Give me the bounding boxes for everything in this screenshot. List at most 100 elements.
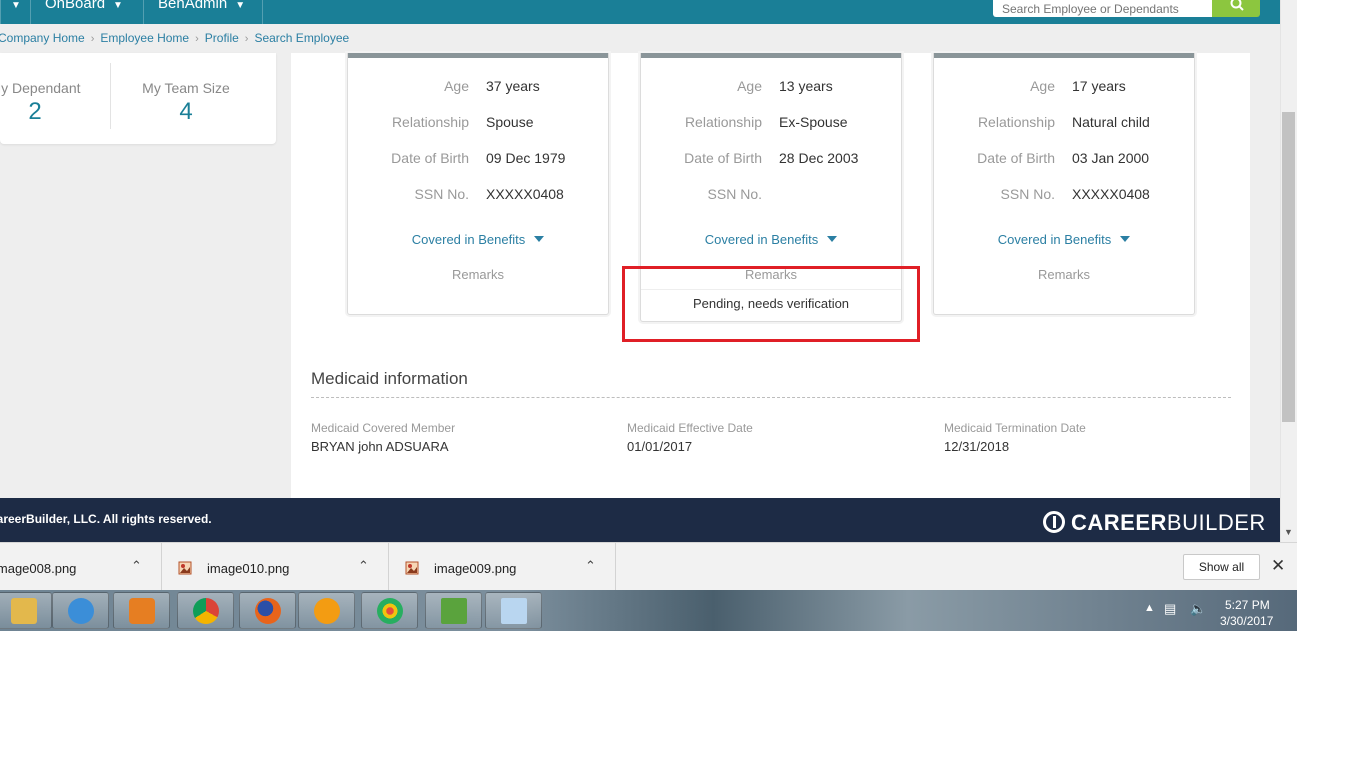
chevron-up-icon[interactable]: ⌃ (131, 558, 142, 574)
chevron-up-icon[interactable]: ⌃ (585, 558, 596, 574)
card-top-bar (934, 53, 1194, 58)
stat-value: 4 (179, 98, 193, 125)
dob-value: 03 Jan 2000 (1072, 150, 1150, 166)
card-top-bar (348, 53, 608, 58)
dashed-divider (311, 397, 1231, 398)
page-footer: CareerBuilder, LLC. All rights reserved.… (0, 498, 1280, 542)
taskbar-internet-explorer[interactable] (52, 592, 109, 629)
folder-icon (11, 598, 37, 624)
ssn-row: SSN No. XXXXX0408 (348, 186, 608, 206)
age-row: Age 13 years (641, 78, 901, 98)
right-gutter (1250, 53, 1280, 498)
relationship-label: Relationship (391, 114, 469, 130)
remarks-label: Remarks (451, 267, 504, 282)
taskbar-flame-app[interactable] (298, 592, 355, 629)
taskbar-spreadsheet[interactable] (425, 592, 482, 629)
ssn-value: XXXXX0408 (486, 186, 564, 202)
age-label: Age (737, 78, 762, 94)
careerbuilder-logo: CAREERBUILDER (1043, 510, 1266, 536)
download-file-name: image010.png (207, 561, 290, 576)
firefox-icon (255, 598, 281, 624)
dob-row: Date of Birth 03 Jan 2000 (934, 150, 1194, 170)
windows-taskbar: ▲ ▤ 🔈 (0, 590, 1297, 631)
relationship-row: Relationship Spouse (348, 114, 608, 134)
caret-down-icon (827, 236, 838, 242)
nav-menu-chevron[interactable]: ▼ (0, 0, 30, 24)
dependant-card: Age 37 years Relationship Spouse Date of B… (347, 53, 609, 315)
relationship-label: Relationship (684, 114, 762, 130)
relationship-row: Relationship Ex-Spouse (641, 114, 901, 134)
ssn-label: SSN No. (414, 186, 469, 202)
chevron-up-icon[interactable]: ⌃ (358, 558, 369, 574)
medicaid-effective-date-value: 01/01/2017 (627, 439, 693, 454)
download-file-name: image008.png (0, 561, 77, 576)
breadcrumb-profile[interactable]: Profile (205, 31, 239, 45)
download-item[interactable]: image010.png ⌃ (162, 543, 389, 591)
chevron-right-icon: › (90, 33, 95, 45)
footer-copyright: CareerBuilder, LLC. All rights reserved. (0, 512, 212, 526)
covered-in-benefits-toggle[interactable]: Covered in Benefits (348, 232, 608, 247)
age-row: Age 37 years (348, 78, 608, 98)
taskbar-firefox[interactable] (239, 592, 296, 629)
stats-card: My Dependant 2 My Team Size 4 (0, 53, 276, 144)
show-all-downloads-button[interactable]: Show all (1183, 554, 1260, 580)
scrollbar-thumb[interactable] (1282, 112, 1295, 422)
close-icon[interactable]: ✕ (1271, 556, 1285, 576)
nav-item-benadmin[interactable]: BenAdmin ▼ (143, 0, 263, 24)
stat-label: My Team Size (142, 80, 230, 96)
stat-my-dependant[interactable]: My Dependant 2 (0, 80, 110, 126)
internet-explorer-icon (68, 598, 94, 624)
stat-my-team-size[interactable]: My Team Size 4 (111, 80, 261, 126)
breadcrumb-company-home[interactable]: Company Home (0, 31, 85, 45)
download-file-name: image009.png (434, 561, 517, 576)
medicaid-termination-date-label: Medicaid Termination Date (944, 421, 1086, 435)
dependant-card: Age 17 years Relationship Natural child Da… (933, 53, 1195, 315)
relationship-row: Relationship Natural child (934, 114, 1194, 134)
volume-icon[interactable]: 🔈 (1190, 601, 1206, 617)
taskbar-chrome[interactable] (177, 592, 234, 629)
nav-item-label: BenAdmin (158, 0, 228, 12)
caret-down-icon (1120, 236, 1131, 242)
logo-text-bold: CAREER (1071, 510, 1167, 535)
paint-palette-icon (377, 598, 403, 624)
taskbar-paint[interactable] (361, 592, 418, 629)
card-top-bar (641, 53, 901, 58)
dob-value: 28 Dec 2003 (779, 150, 859, 166)
taskbar-clock-time[interactable]: 5:27 PM (1225, 598, 1270, 612)
taskbar-file-explorer[interactable] (0, 592, 52, 629)
breadcrumb-employee-home[interactable]: Employee Home (100, 31, 189, 45)
careerbuilder-mark-icon (1043, 511, 1065, 533)
download-item[interactable]: image009.png ⌃ (389, 543, 616, 591)
stat-label: My Dependant (0, 80, 81, 96)
taskbar-media-player[interactable] (113, 592, 170, 629)
dob-label: Date of Birth (684, 150, 762, 166)
relationship-value: Natural child (1072, 114, 1150, 130)
taskbar-notepad[interactable] (485, 592, 542, 629)
search-input[interactable] (993, 0, 1213, 17)
nav-item-onboard[interactable]: OnBoard ▼ (30, 0, 143, 24)
taskbar-clock-date[interactable]: 3/30/2017 (1220, 614, 1273, 628)
network-icon[interactable]: ▤ (1164, 601, 1176, 617)
dob-value: 09 Dec 1979 (486, 150, 566, 166)
dob-row: Date of Birth 28 Dec 2003 (641, 150, 901, 170)
chevron-down-icon: ▼ (11, 0, 21, 11)
medicaid-effective-date-label: Medicaid Effective Date (627, 421, 753, 435)
remarks-label: Remarks (1037, 267, 1090, 282)
media-player-icon (129, 598, 155, 624)
covered-in-benefits-toggle[interactable]: Covered in Benefits (641, 232, 901, 247)
scroll-down-arrow-icon[interactable]: ▼ (1284, 527, 1293, 537)
flame-app-icon (314, 598, 340, 624)
chevron-right-icon: › (244, 33, 249, 45)
download-item[interactable]: image008.png ⌃ (0, 543, 162, 591)
ssn-value: XXXXX0408 (1072, 186, 1150, 202)
dob-row: Date of Birth 09 Dec 1979 (348, 150, 608, 170)
medicaid-section-title: Medicaid information (311, 369, 468, 388)
covered-in-benefits-toggle[interactable]: Covered in Benefits (934, 232, 1194, 247)
screen: ▼ OnBoard ▼ BenAdmin ▼ Company Home › Employ… (0, 0, 1366, 768)
logo-text-light: BUILDER (1166, 510, 1266, 535)
search-button[interactable] (1212, 0, 1260, 17)
breadcrumb-search-employee[interactable]: Search Employee (254, 31, 349, 45)
ssn-label: SSN No. (707, 186, 762, 202)
show-hidden-icons-icon[interactable]: ▲ (1144, 602, 1155, 614)
relationship-value: Ex-Spouse (779, 114, 848, 130)
